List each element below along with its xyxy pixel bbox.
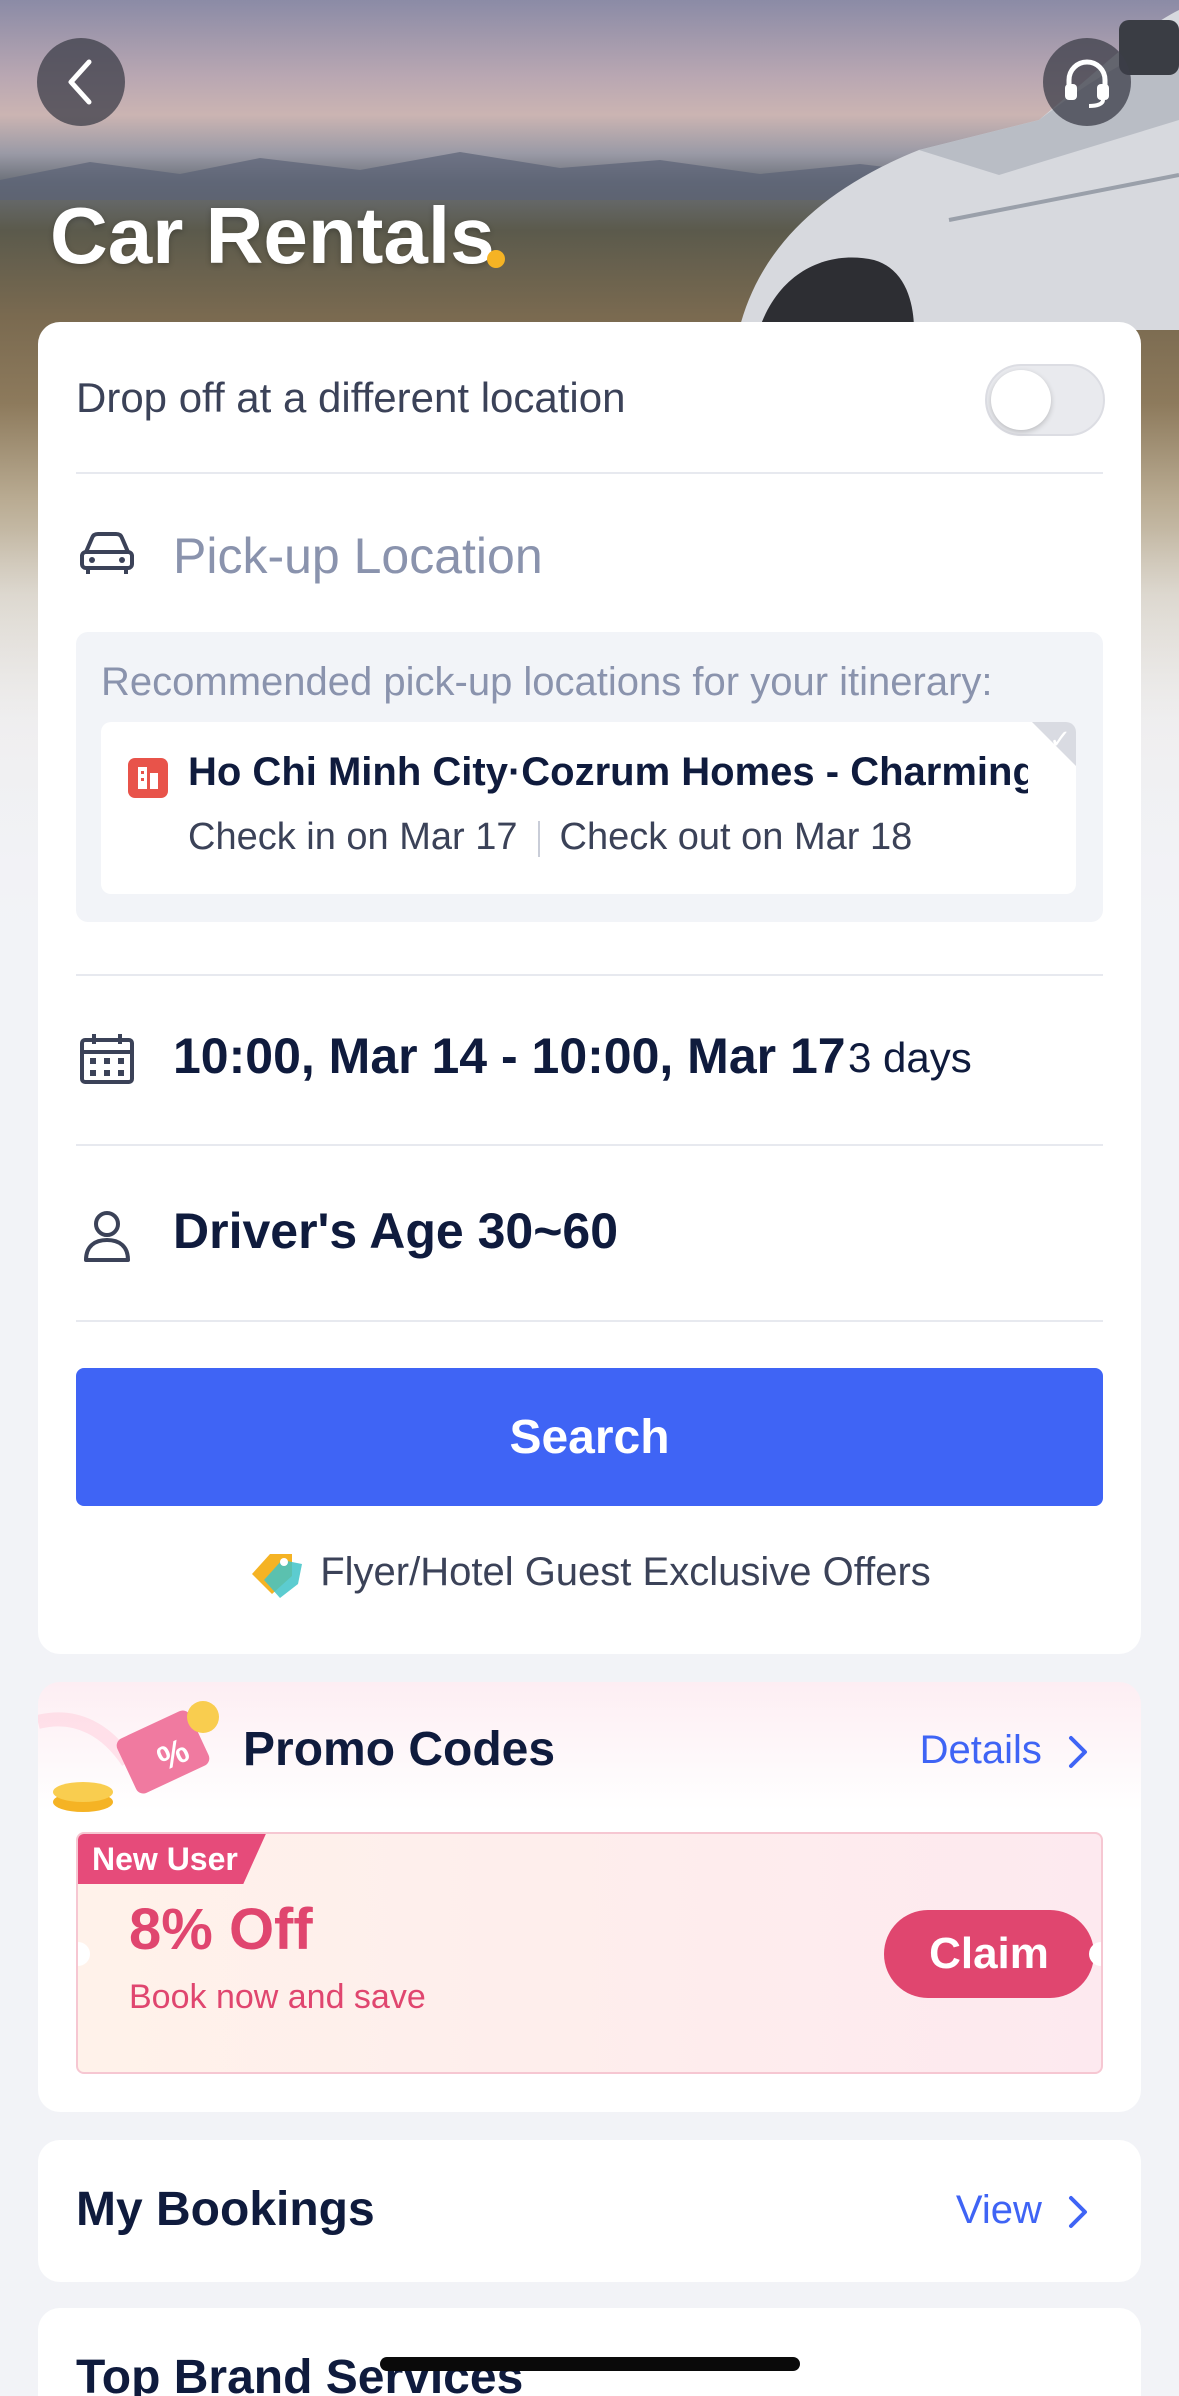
page-title: Car Rentals [50,191,495,280]
pickup-location-field[interactable]: Pick-up Location [173,527,543,585]
calendar-icon [80,1034,134,1084]
dropoff-toggle-label: Drop off at a different location [76,374,626,421]
bookings-title: My Bookings [76,2183,375,2236]
recommendation-title: Recommended pick-up locations for your i… [101,660,993,704]
check-out-text: Check out on Mar 18 [559,816,913,858]
claim-button[interactable]: Claim [884,1910,1094,1998]
divider [76,1320,1103,1322]
coupon-subtitle: Book now and save [129,1978,426,2016]
my-bookings-card[interactable]: My Bookings View [38,2140,1141,2282]
title-accent-dot [487,250,505,268]
hotel-name: Ho Chi Minh City·Cozrum Homes - Charming… [188,750,1028,794]
promo-title: Promo Codes [243,1723,556,1776]
divider [76,974,1103,976]
coupon-amount: 8% Off [129,1897,313,1962]
details-label: Details [919,1728,1042,1772]
hotel-icon [128,758,168,798]
checkmark-icon: ✓ [1049,724,1071,754]
person-icon [84,1211,130,1262]
new-user-badge: New User [78,1834,266,1884]
divider [76,1144,1103,1146]
tag-icon [252,1554,303,1599]
divider [76,472,1103,474]
driver-age-field[interactable]: Driver's Age 30~60 [173,1202,618,1260]
offers-text: Flyer/Hotel Guest Exclusive Offers [320,1550,931,1594]
promo-codes-card: % Promo Codes Details New User 8% Off Bo… [38,1682,1141,2112]
car-icon [80,532,134,574]
view-bookings-link[interactable]: View [956,2188,1089,2233]
headset-icon [1065,59,1109,108]
rental-duration: 3 days [848,1034,972,1081]
exclusive-offers[interactable]: Flyer/Hotel Guest Exclusive Offers [38,1550,1141,1599]
rental-dates-field[interactable]: 10:00, Mar 14 - 10:00, Mar 17 [173,1027,846,1085]
back-button[interactable] [37,38,125,126]
coupon-coins-icon: % [38,1701,219,1812]
date-separator [537,820,540,857]
recommendation-box: Recommended pick-up locations for your i… [76,632,1103,922]
support-button[interactable] [1043,38,1131,126]
coupon-card: New User 8% Off Book now and save Claim [76,1832,1103,2074]
promo-details-link[interactable]: Details [920,1728,1089,1773]
view-label: View [955,2188,1042,2232]
check-in-text: Check in on Mar 17 [188,816,518,858]
search-button[interactable]: Search [76,1368,1103,1506]
home-indicator[interactable] [380,2357,800,2371]
dropoff-toggle[interactable] [985,364,1105,436]
toggle-knob [991,370,1051,430]
recommended-hotel-card[interactable]: Ho Chi Minh City·Cozrum Homes - Charming… [101,722,1076,894]
chevron-right-icon [1069,1736,1087,1769]
coupon-notch-left [78,1942,90,1966]
top-brand-services-card: Top Brand Services [38,2308,1141,2396]
hotel-dates: Check in on Mar 17 Check out on Mar 18 [188,816,912,859]
chevron-right-icon [1069,2196,1087,2229]
search-card: Drop off at a different location Pick-up… [38,322,1141,1654]
chevron-left-icon [68,59,92,105]
